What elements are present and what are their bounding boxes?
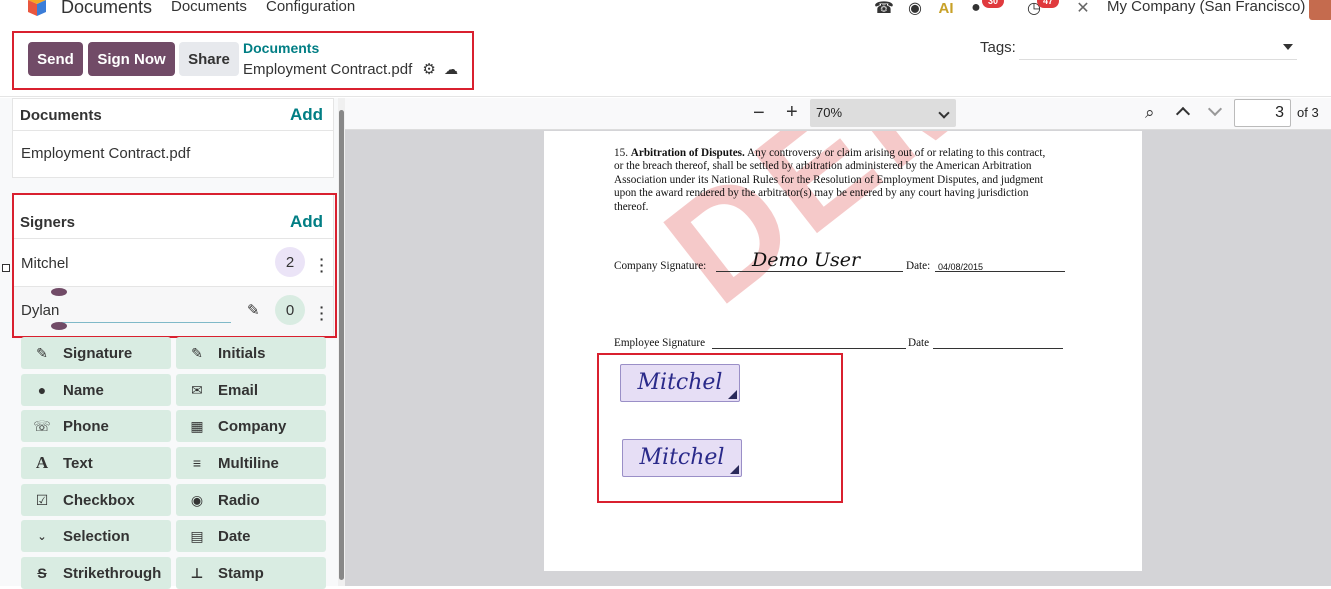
employee-date-label: Date: [908, 337, 930, 349]
company-signature-label: Company Signature:: [614, 260, 707, 272]
field-name-button[interactable]: ● Name: [21, 374, 171, 406]
messages-badge: 30: [982, 0, 1004, 8]
field-selection-button[interactable]: ⌄ Selection: [21, 520, 171, 552]
sidebar-scrollbar[interactable]: [338, 98, 345, 586]
company-date-label: Date:: [906, 260, 931, 272]
zoom-select[interactable]: 70%: [810, 99, 956, 127]
field-strikethrough-button[interactable]: S Strikethrough: [21, 557, 171, 589]
phone-dialer-icon[interactable]: ☎: [874, 0, 894, 18]
nav-configuration[interactable]: Configuration: [266, 0, 355, 15]
user-icon: ●: [37, 382, 47, 398]
documents-panel: Documents Add Employment Contract.pdf: [12, 98, 334, 178]
checkbox-icon: ☑: [35, 491, 49, 508]
field-checkbox-button[interactable]: ☑ Checkbox: [21, 484, 171, 516]
company-signature-value: Demo User: [752, 249, 861, 271]
ai-icon[interactable]: AI: [936, 0, 956, 18]
tools-icon[interactable]: ✕: [1073, 0, 1093, 18]
arbitration-clause: 15. Arbitration of Disputes. Any controv…: [614, 147, 1046, 213]
font-icon: A: [35, 453, 49, 472]
bars-icon: ≡: [192, 455, 202, 471]
next-page-icon[interactable]: [1207, 101, 1223, 117]
employee-date-line: [933, 348, 1063, 349]
chevron-down-icon: ⌄: [37, 530, 47, 543]
company-date-value: 04/08/2015: [938, 262, 984, 272]
field-phone-button[interactable]: ☏ Phone: [21, 410, 171, 442]
phone-icon: ☏: [33, 417, 51, 434]
resize-handle-icon[interactable]: [2, 264, 10, 272]
sign-sidebar: Documents Add Employment Contract.pdf Si…: [0, 98, 345, 589]
strikethrough-icon: S: [37, 565, 47, 581]
field-date-button[interactable]: ▤ Date: [176, 520, 326, 552]
tags-label: Tags:: [980, 39, 1016, 56]
highlight-signature-fields: [597, 353, 843, 503]
highlight-signers: [12, 193, 337, 338]
company-signature-line: [716, 271, 903, 272]
pdf-page: DEMO 15. Arbitration of Disputes. Any co…: [544, 131, 1142, 571]
envelope-icon: ✉: [191, 381, 203, 398]
globe-icon[interactable]: ◉: [905, 0, 925, 18]
control-panel: Send Sign Now Share Documents Employment…: [0, 22, 1331, 97]
highlight-toolbar: [12, 31, 474, 90]
field-initials-button[interactable]: ✎ Initials: [176, 337, 326, 369]
employee-signature-label: Employee Signature: [614, 337, 706, 349]
field-multiline-button[interactable]: ≡ Multiline: [176, 447, 326, 479]
pdf-toolbar: − + 70% ⌕ 3 of 3: [345, 98, 1331, 130]
app-title[interactable]: Documents: [61, 0, 152, 18]
edit-icon: ✎: [191, 344, 203, 361]
previous-page-icon[interactable]: [1175, 106, 1191, 122]
tags-input[interactable]: [1019, 36, 1297, 60]
radio-icon: ◉: [190, 491, 204, 508]
documents-panel-title: Documents: [20, 107, 102, 124]
building-icon: ▦: [190, 417, 204, 434]
page-total: of 3: [1297, 105, 1319, 120]
clause-title: Arbitration of Disputes.: [630, 147, 745, 159]
sidebar-scroll-thumb[interactable]: [339, 110, 344, 580]
documents-app-logo-icon[interactable]: [24, 0, 50, 20]
stamp-icon: ⊥: [190, 564, 204, 581]
activities-badge: 47: [1037, 0, 1059, 8]
field-company-button[interactable]: ▦ Company: [176, 410, 326, 442]
search-icon[interactable]: ⌕: [1145, 103, 1155, 123]
zoom-in-icon[interactable]: +: [786, 101, 798, 124]
field-radio-button[interactable]: ◉ Radio: [176, 484, 326, 516]
user-avatar[interactable]: [1309, 0, 1331, 20]
pdf-viewer: − + 70% ⌕ 3 of 3 DEMO 15. Arbitration of…: [345, 98, 1331, 586]
company-switcher[interactable]: My Company (San Francisco): [1107, 0, 1305, 15]
field-email-button[interactable]: ✉ Email: [176, 374, 326, 406]
page-number-input[interactable]: 3: [1234, 99, 1291, 127]
calendar-icon: ▤: [190, 527, 204, 544]
add-document-button[interactable]: Add: [290, 105, 323, 125]
tags-dropdown-icon[interactable]: [1283, 44, 1293, 50]
field-stamp-button[interactable]: ⊥ Stamp: [176, 557, 326, 589]
document-item[interactable]: Employment Contract.pdf: [21, 145, 190, 162]
edit-icon: ✎: [36, 344, 48, 361]
field-text-button[interactable]: A Text: [21, 447, 171, 479]
zoom-out-icon[interactable]: −: [753, 102, 765, 125]
employee-signature-line: [712, 348, 906, 349]
top-navbar: Documents Documents Configuration ☎ ◉ AI…: [0, 0, 1331, 22]
field-signature-button[interactable]: ✎ Signature: [21, 337, 171, 369]
nav-documents[interactable]: Documents: [171, 0, 247, 15]
